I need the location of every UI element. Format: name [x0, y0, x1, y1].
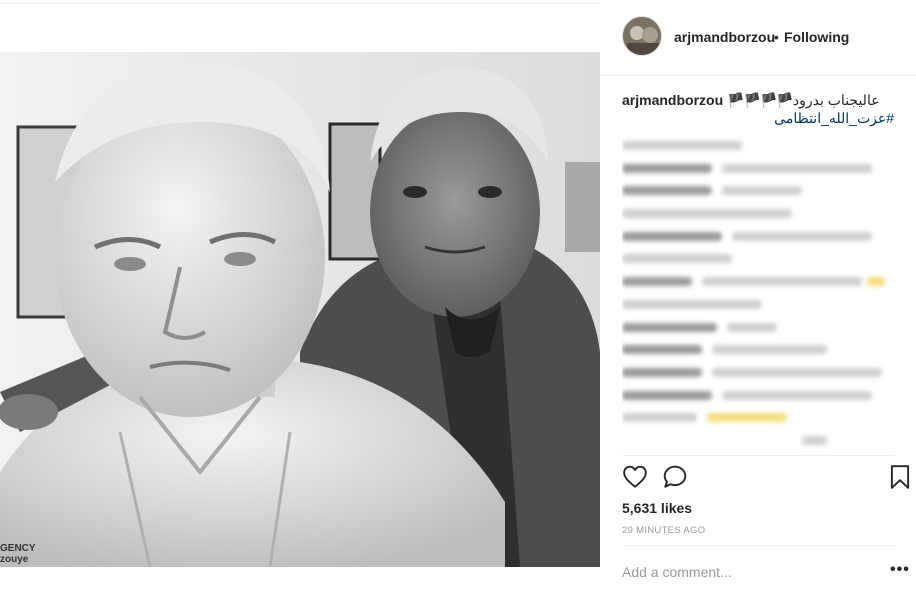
top-divider — [0, 0, 600, 4]
list-item — [622, 384, 888, 407]
comments-list — [622, 134, 888, 452]
header-separator: • — [774, 29, 779, 45]
heart-icon[interactable] — [622, 464, 648, 490]
avatar[interactable] — [622, 16, 662, 56]
list-item — [622, 270, 888, 293]
following-button[interactable]: Following — [784, 29, 849, 45]
list-item — [622, 202, 888, 225]
list-item — [622, 406, 888, 429]
list-item — [622, 157, 888, 180]
list-item — [622, 338, 888, 361]
list-item — [622, 225, 888, 248]
likes-count[interactable]: 5,631 likes — [622, 500, 692, 516]
photo-watermark: GENCY zouye — [0, 543, 36, 565]
list-item — [622, 247, 888, 270]
post-photo[interactable]: GENCY zouye — [0, 52, 600, 567]
caption-username-link[interactable]: arjmandborzou — [622, 92, 723, 108]
list-item — [622, 429, 888, 452]
post-timestamp: 29 MINUTES AGO — [622, 525, 706, 536]
add-comment-input[interactable] — [622, 562, 872, 582]
actions-divider — [622, 455, 894, 456]
photo-illustration — [0, 52, 600, 567]
caption-hashtag-link[interactable]: #عزت_الله_انتظامی — [622, 109, 894, 127]
post-header: arjmandborzou • Following — [600, 0, 916, 76]
caption-text: عالیجناب بدرود — [792, 92, 880, 108]
bookmark-icon[interactable] — [888, 464, 912, 490]
post-caption: arjmandborzou 🏴🏴🏴🏴عالیجناب بدرود #عزت_الل… — [622, 91, 894, 127]
comment-box-divider — [622, 545, 894, 546]
comment-icon[interactable] — [662, 464, 688, 490]
caption-flags: 🏴🏴🏴🏴 — [727, 92, 794, 108]
list-item — [622, 293, 888, 316]
author-username-link[interactable]: arjmandborzou — [674, 29, 775, 45]
list-item — [622, 361, 888, 384]
list-item — [622, 134, 888, 157]
list-item — [622, 316, 888, 339]
post-actions — [622, 462, 912, 492]
post-side-panel: arjmandborzou • Following arjmandborzou 🏴… — [600, 0, 916, 595]
list-item — [622, 179, 888, 202]
more-options-icon[interactable]: ••• — [890, 562, 912, 581]
